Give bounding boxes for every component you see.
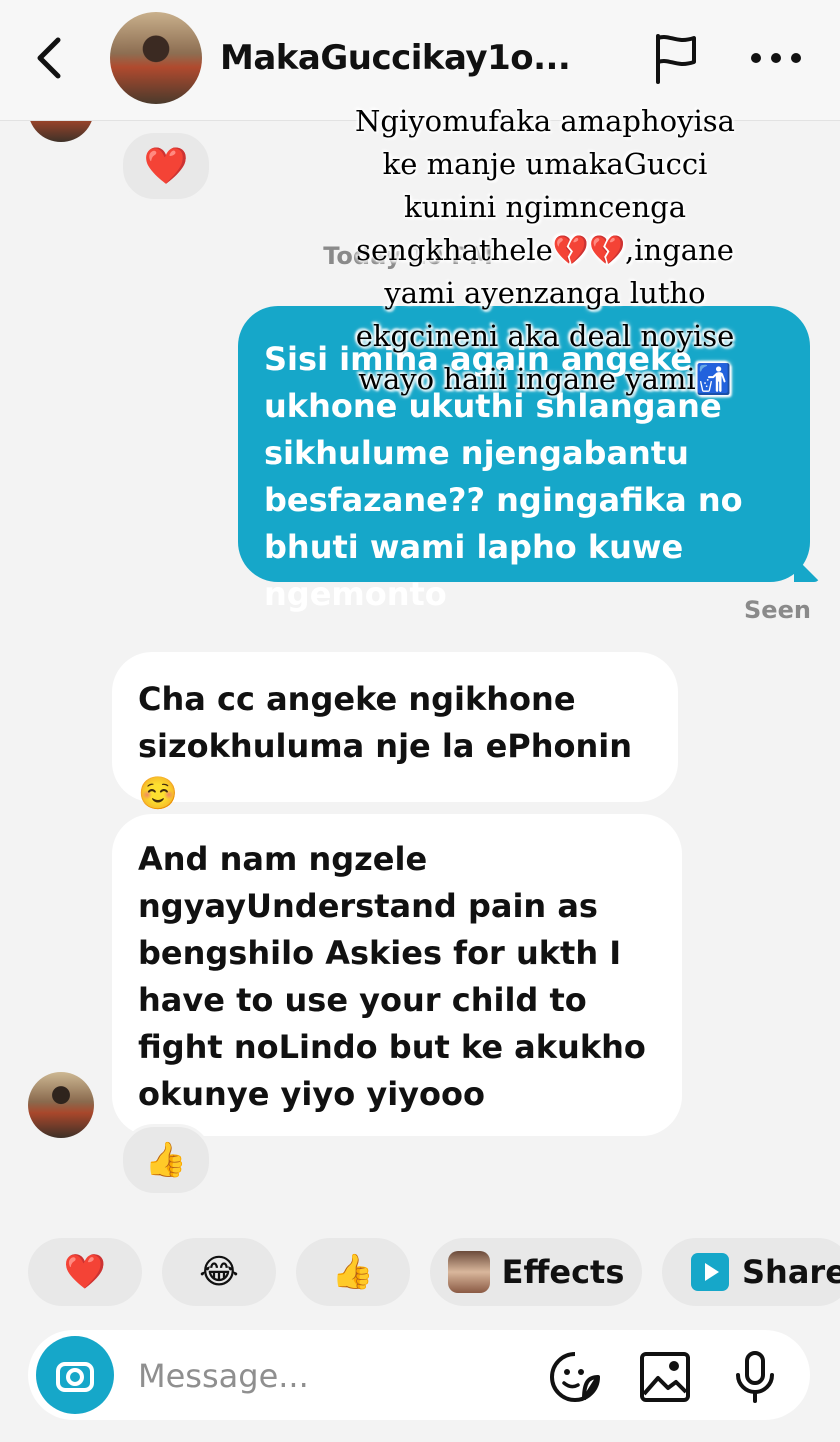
thumbs-up-icon: 👍 xyxy=(331,1252,375,1292)
overlay-caption: Ngiyomufaka amaphoyisa ke manje umakaGuc… xyxy=(355,104,735,396)
laughing-face-icon: 😂 xyxy=(199,1252,239,1292)
effects-avatar-icon xyxy=(447,1251,490,1293)
effects-button[interactable]: Effects xyxy=(430,1238,642,1306)
more-options-button[interactable] xyxy=(748,44,804,72)
incoming-message-text: Cha cc angeke ngikhone sizokhuluma nje l… xyxy=(138,680,633,812)
message-reaction[interactable]: ❤️ xyxy=(120,130,212,202)
microphone-icon xyxy=(736,1351,774,1403)
message-input[interactable] xyxy=(136,1352,520,1400)
quick-reaction-thumbs-up[interactable]: 👍 xyxy=(296,1238,410,1306)
camera-button[interactable] xyxy=(36,1336,114,1414)
contact-avatar[interactable] xyxy=(110,12,202,104)
share-label: Share xyxy=(742,1253,840,1291)
sender-avatar[interactable] xyxy=(28,1072,94,1138)
back-button[interactable] xyxy=(30,34,70,82)
incoming-message-bubble[interactable]: Cha cc angeke ngikhone sizokhuluma nje l… xyxy=(112,652,678,812)
effects-label: Effects xyxy=(501,1253,625,1291)
voice-message-button[interactable] xyxy=(728,1350,782,1404)
seen-status: Seen xyxy=(744,596,811,624)
flag-icon xyxy=(656,34,696,84)
contact-name[interactable]: MakaGuccikay1o... xyxy=(220,38,571,78)
message-composer xyxy=(28,1330,810,1420)
message-reaction[interactable]: 👍 xyxy=(120,1124,212,1196)
heart-icon: ❤️ xyxy=(63,1252,107,1292)
share-play-icon xyxy=(691,1253,729,1291)
quick-reaction-heart[interactable]: ❤️ xyxy=(28,1238,142,1306)
incoming-message-text: And nam ngzele ngyayUnderstand pain as b… xyxy=(138,840,646,1113)
image-icon xyxy=(640,1352,690,1402)
bubble-tail xyxy=(794,556,820,582)
report-button[interactable] xyxy=(650,32,702,86)
gallery-button[interactable] xyxy=(638,1350,692,1404)
sticker-button[interactable] xyxy=(548,1350,602,1404)
more-dots-icon xyxy=(751,53,801,63)
incoming-message-bubble[interactable]: And nam ngzele ngyayUnderstand pain as b… xyxy=(112,814,682,1136)
chevron-left-icon xyxy=(37,37,61,79)
thumbs-up-reaction-icon: 👍 xyxy=(144,1140,188,1180)
share-button[interactable]: Share xyxy=(662,1238,840,1306)
quick-reaction-laugh[interactable]: 😂 xyxy=(162,1238,276,1306)
camera-icon xyxy=(56,1362,94,1392)
sticker-icon xyxy=(550,1352,600,1402)
heart-reaction-icon: ❤️ xyxy=(143,146,189,187)
